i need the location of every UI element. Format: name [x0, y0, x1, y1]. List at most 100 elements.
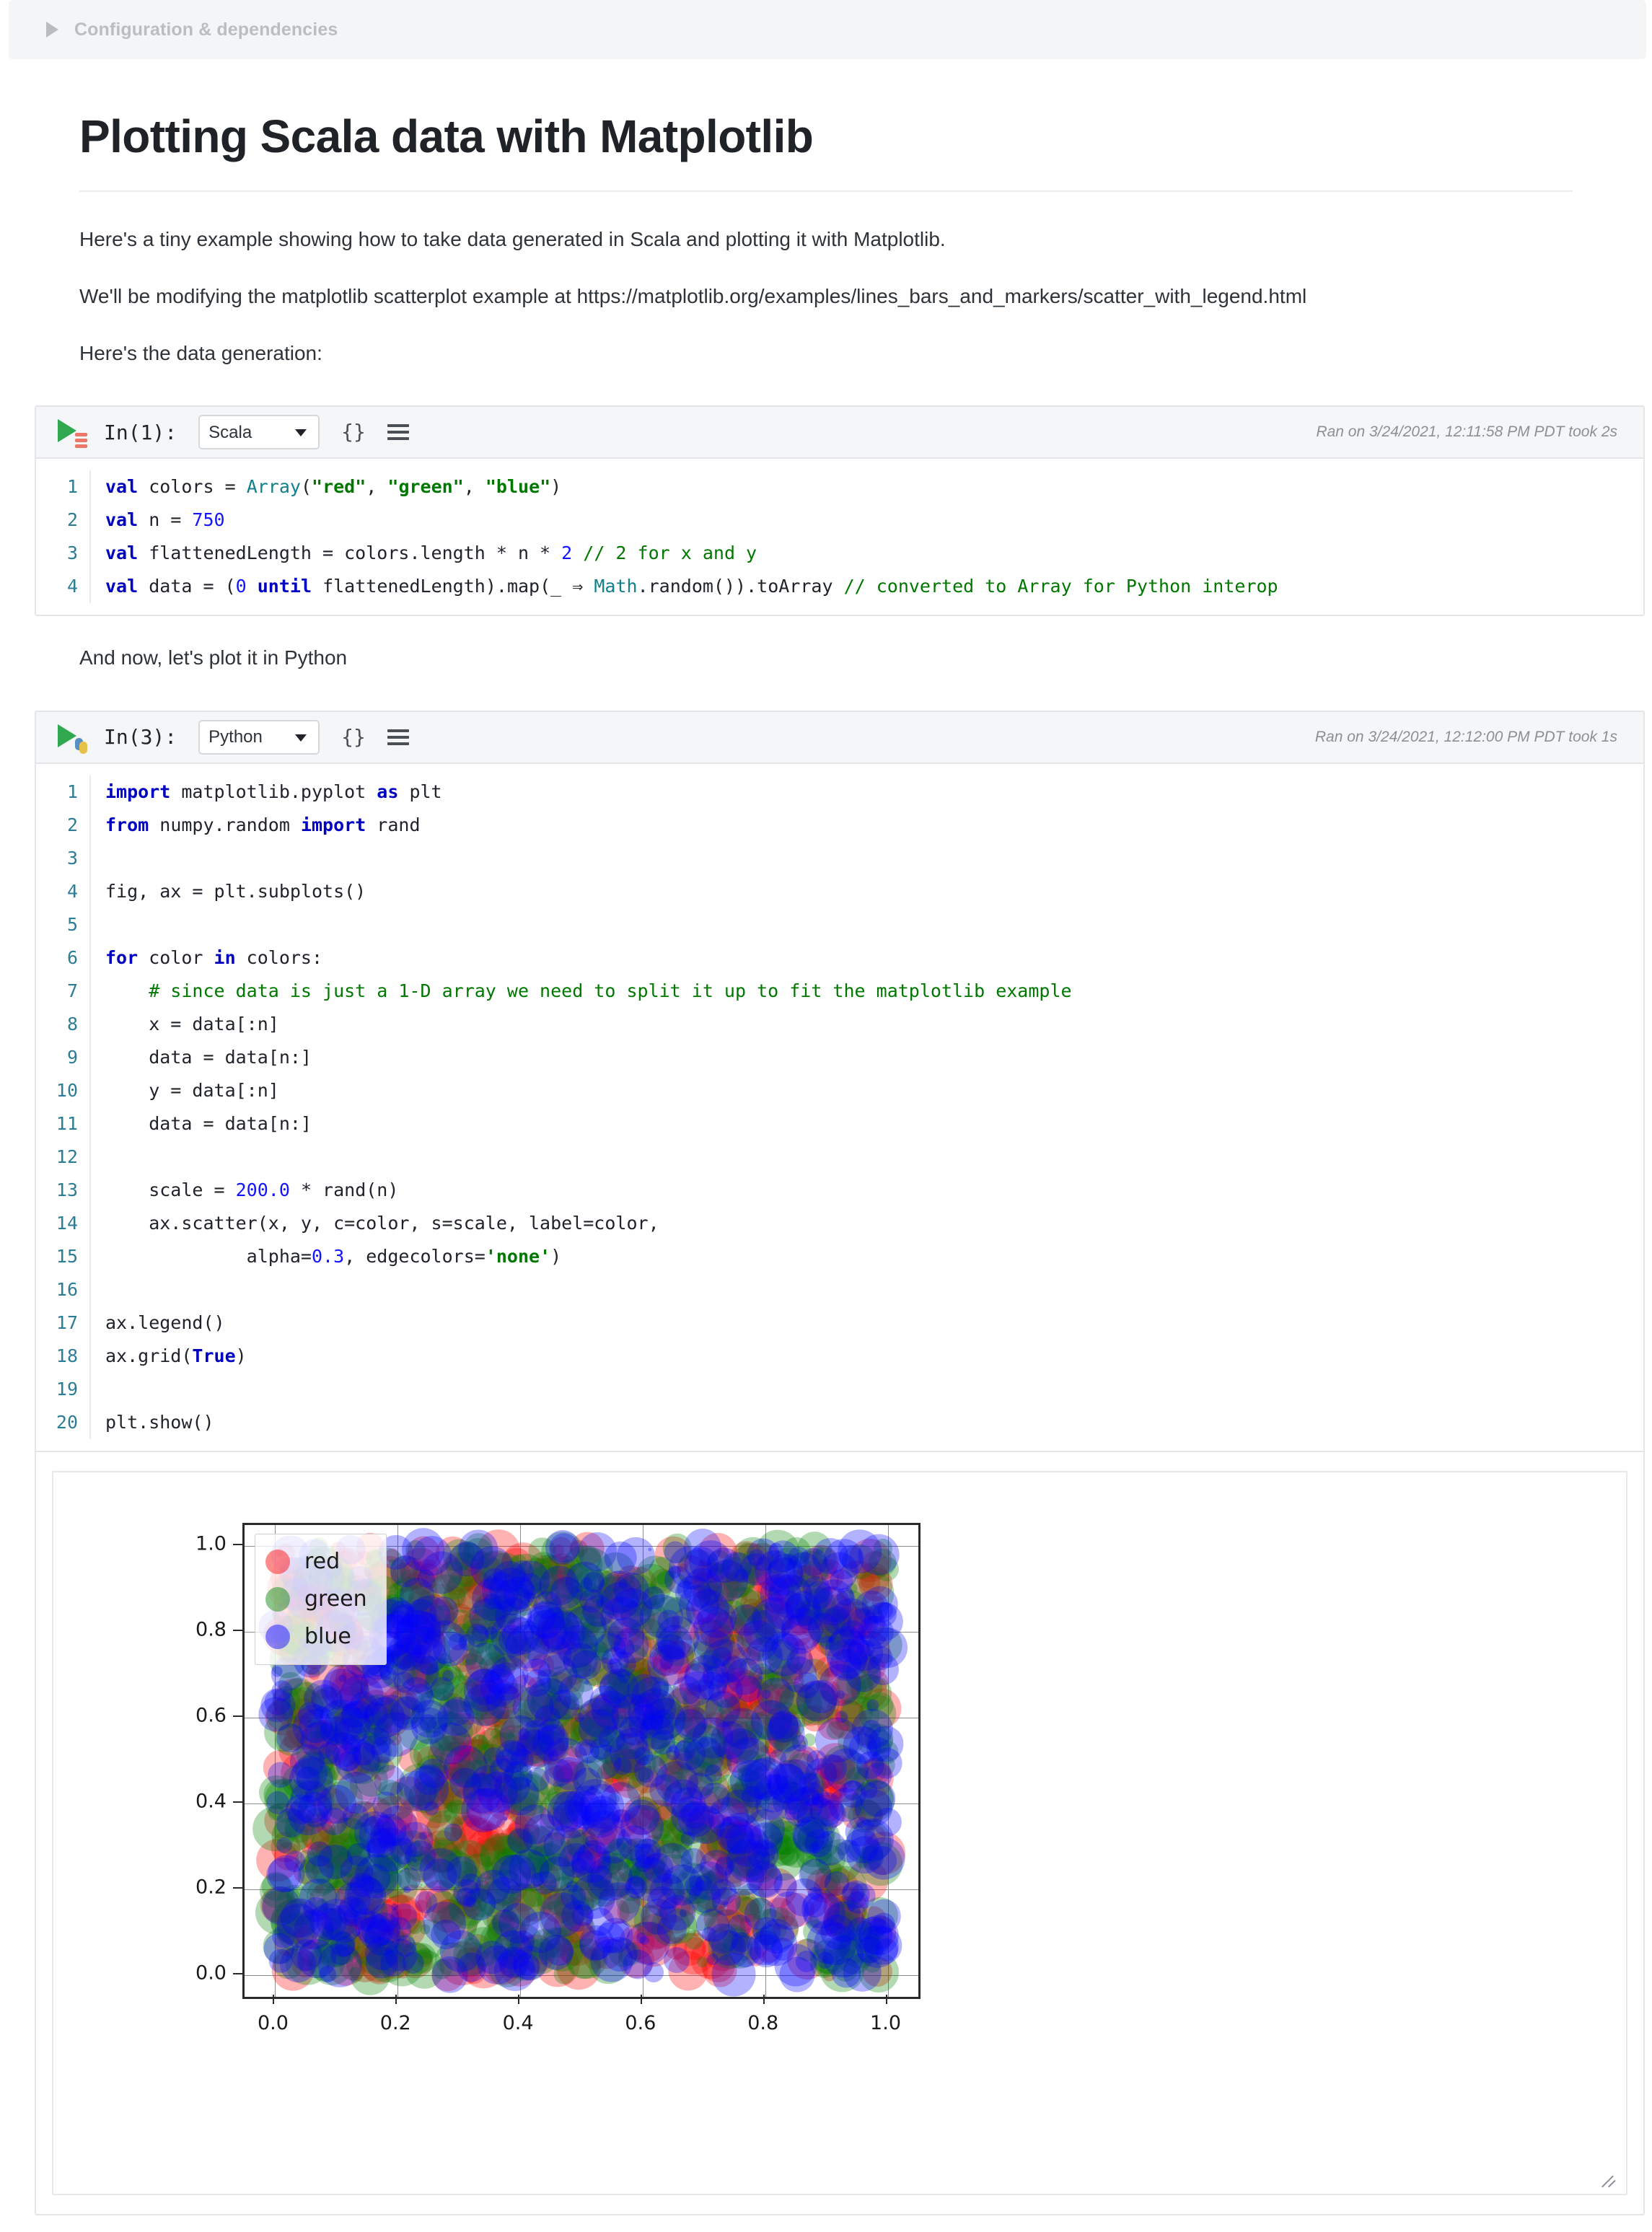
code-editor-python[interactable]: 1import matplotlib.pyplot as plt2from nu…: [36, 764, 1643, 1451]
y-axis-tick: [233, 1801, 242, 1803]
code-text: [89, 1141, 1643, 1174]
scatter-point: [638, 1767, 654, 1783]
y-axis-tick: [233, 1973, 242, 1974]
cell-index-label: In(1):: [104, 421, 177, 444]
code-line: 16: [36, 1273, 1643, 1306]
scatter-point: [444, 1824, 462, 1842]
scatter-point: [350, 1898, 360, 1908]
scatter-point: [522, 1814, 565, 1856]
language-select[interactable]: Python: [198, 720, 320, 755]
title-divider: [79, 190, 1573, 192]
hamburger-menu-icon[interactable]: [387, 729, 409, 745]
x-axis-tick-label: 0.4: [503, 2012, 534, 2034]
scatter-point: [412, 1536, 452, 1576]
y-axis-tick: [233, 1715, 242, 1717]
y-axis-tick: [233, 1544, 242, 1545]
notebook-cell-python: In(3): Python {} Ran on 3/24/2021, 12:12…: [35, 711, 1645, 2215]
code-line: 10 y = data[:n]: [36, 1074, 1643, 1107]
scatter-point: [499, 1855, 535, 1891]
scatter-point: [268, 1855, 304, 1892]
code-text: [89, 1373, 1643, 1406]
language-select-wrapper[interactable]: Python: [198, 720, 320, 755]
code-text: val colors = Array("red", "green", "blue…: [89, 470, 1643, 504]
scatter-point: [402, 1951, 424, 1974]
line-number: 2: [36, 809, 89, 842]
line-number: 3: [36, 842, 89, 875]
line-number: 7: [36, 975, 89, 1008]
code-text: from numpy.random import rand: [89, 809, 1643, 842]
language-select-wrapper[interactable]: Scala: [198, 415, 320, 449]
code-text: [89, 842, 1643, 875]
braces-icon[interactable]: {}: [341, 422, 366, 442]
scatter-point: [548, 1750, 558, 1761]
scatter-point: [404, 1886, 411, 1894]
scatter-point: [523, 1669, 550, 1697]
scatter-point: [340, 1700, 374, 1734]
code-line: 11 data = data[n:]: [36, 1107, 1643, 1141]
legend-item: red: [265, 1543, 367, 1581]
line-number: 12: [36, 1141, 89, 1174]
code-line: 4fig, ax = plt.subplots(): [36, 875, 1643, 908]
resize-grip-icon[interactable]: [1600, 2169, 1619, 2188]
code-editor-scala[interactable]: 1val colors = Array("red", "green", "blu…: [36, 459, 1643, 615]
code-text: data = data[n:]: [89, 1041, 1643, 1074]
line-number: 20: [36, 1406, 89, 1439]
code-text: [89, 908, 1643, 941]
code-text: val data = (0 until flattenedLength).map…: [89, 570, 1643, 603]
language-select[interactable]: Scala: [198, 415, 320, 449]
run-play-icon[interactable]: [55, 416, 88, 449]
page-title: Plotting Scala data with Matplotlib: [79, 111, 1573, 162]
code-text: ax.grid(True): [89, 1340, 1643, 1373]
scatter-point: [466, 1624, 489, 1647]
line-number: 1: [36, 776, 89, 809]
scatter-point: [591, 1939, 633, 1982]
run-play-icon[interactable]: [55, 721, 88, 754]
configuration-dependencies-label: Configuration & dependencies: [74, 19, 338, 40]
code-text: fig, ax = plt.subplots(): [89, 875, 1643, 908]
configuration-dependencies-bar[interactable]: Configuration & dependencies: [9, 0, 1646, 59]
scatter-point: [599, 1673, 631, 1704]
braces-icon[interactable]: {}: [341, 727, 366, 747]
scatter-point: [318, 1743, 340, 1765]
scatter-point: [757, 1678, 794, 1715]
scatter-point: [846, 1836, 884, 1873]
scatter-point: [686, 1772, 713, 1800]
scatter-point: [307, 1842, 332, 1867]
y-axis-tick-label: 0.2: [154, 1876, 227, 1899]
scatter-point: [786, 1552, 822, 1587]
scatter-point: [335, 1936, 355, 1956]
scatter-point: [397, 1822, 433, 1858]
scatter-point: [651, 1730, 676, 1754]
line-number: 2: [36, 504, 89, 537]
intro-paragraph-1: Here's a tiny example showing how to tak…: [79, 225, 1573, 255]
scatter-point: [708, 1923, 738, 1954]
scatter-point: [414, 1765, 445, 1796]
code-line: 15 alpha=0.3, edgecolors='none'): [36, 1240, 1643, 1273]
scatter-point: [365, 1937, 398, 1970]
line-number: 9: [36, 1041, 89, 1074]
scatter-point: [681, 1802, 708, 1829]
y-axis-tick: [233, 1887, 242, 1889]
scatter-point: [749, 1549, 765, 1565]
scatter-point: [776, 1759, 817, 1801]
scatter-point: [394, 1671, 415, 1692]
scatter-point: [485, 1664, 515, 1695]
y-axis-tick-label: 0.6: [154, 1705, 227, 1727]
scala-logo-icon: [75, 433, 87, 449]
line-number: 10: [36, 1074, 89, 1107]
line-number: 17: [36, 1306, 89, 1340]
code-text: scale = 200.0 * rand(n): [89, 1174, 1643, 1207]
scatter-point: [643, 1962, 664, 1982]
y-axis-tick-label: 0.4: [154, 1791, 227, 1813]
line-number: 8: [36, 1008, 89, 1041]
scatter-point: [799, 1858, 832, 1891]
triangle-right-icon[interactable]: [46, 22, 58, 38]
x-axis-tick-label: 0.6: [625, 2012, 656, 2034]
code-line: 17ax.legend(): [36, 1306, 1643, 1340]
scatter-point: [703, 1639, 747, 1683]
code-line: 3: [36, 842, 1643, 875]
code-line: 6for color in colors:: [36, 941, 1643, 975]
hamburger-menu-icon[interactable]: [387, 424, 409, 440]
code-text: ax.scatter(x, y, c=color, s=scale, label…: [89, 1207, 1643, 1240]
scatter-point: [679, 1585, 719, 1625]
